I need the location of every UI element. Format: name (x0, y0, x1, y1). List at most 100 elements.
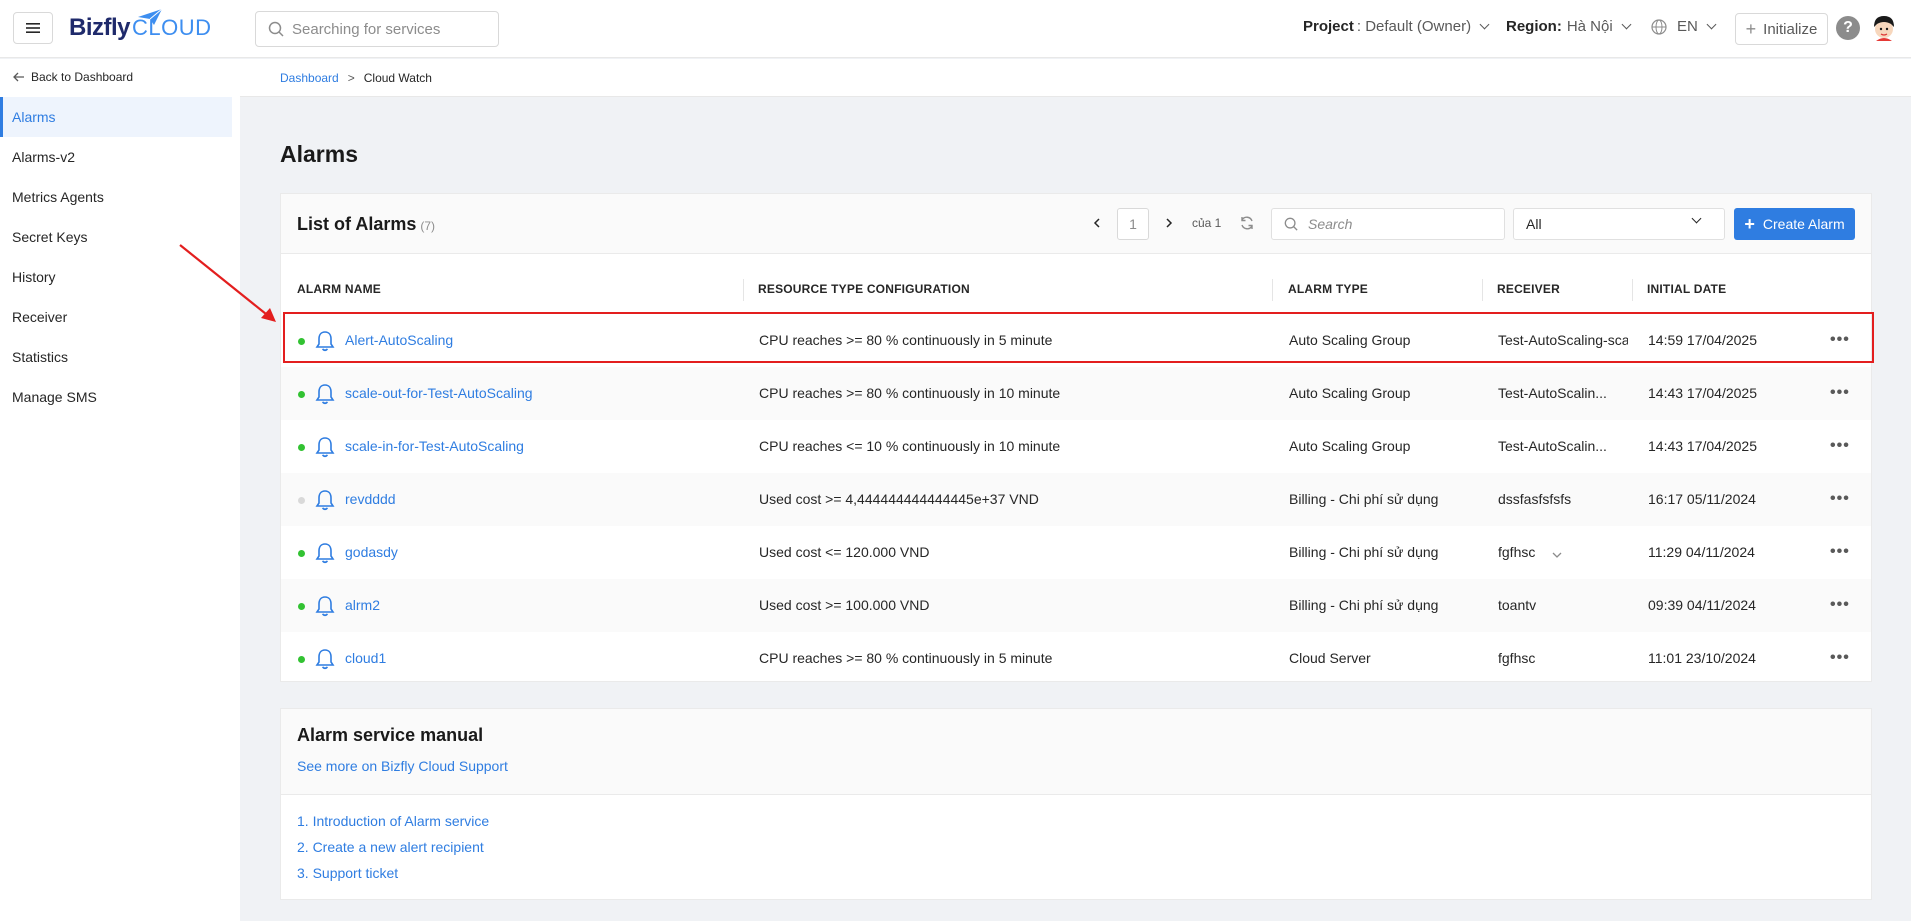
page-title: Alarms (280, 141, 358, 167)
resource-config-text: CPU reaches >= 80 % continuously in 5 mi… (759, 650, 1053, 666)
region-value: Hà Nội (1566, 18, 1613, 35)
resource-config-text: Used cost >= 4,444444444444445e+37 VND (759, 491, 1039, 507)
alarm-type-text: Auto Scaling Group (1289, 385, 1411, 401)
status-dot-disabled (298, 497, 305, 504)
sidebar-item-alarms[interactable]: Alarms (0, 97, 232, 137)
hamburger-icon (26, 23, 40, 33)
paper-plane-icon (138, 8, 163, 25)
avatar[interactable] (1871, 14, 1897, 42)
back-to-dashboard-link[interactable]: Back to Dashboard (13, 70, 133, 84)
bell-icon (315, 649, 335, 670)
language-selector[interactable]: EN (1651, 18, 1717, 35)
table-row[interactable]: scale-out-for-Test-AutoScaling CPU reach… (281, 367, 1871, 420)
chevron-down-icon[interactable] (1552, 546, 1562, 562)
status-dot-enabled (298, 391, 305, 398)
column-header-alarm-name: ALARM NAME (297, 282, 381, 296)
chevron-down-icon (1479, 19, 1490, 30)
more-actions-icon[interactable]: ••• (1830, 649, 1850, 667)
sidebar-item-alarms-v2[interactable]: Alarms-v2 (0, 137, 232, 177)
receiver-text: toantv (1498, 597, 1537, 613)
alarm-list-card: List of Alarms (7) 1 của 1 Search All + C… (280, 193, 1872, 682)
alarm-list-title-text: List of Alarms (297, 214, 417, 234)
bizfly-logo[interactable]: Bizfly CLOUD (69, 8, 212, 46)
alarm-name-link[interactable]: alrm2 (345, 597, 380, 613)
alarm-name-link[interactable]: cloud1 (345, 650, 386, 666)
table-row[interactable]: Alert-AutoScaling CPU reaches >= 80 % co… (281, 314, 1871, 367)
project-selector[interactable]: Project : Default (Owner) (1303, 18, 1490, 35)
search-placeholder: Searching for services (292, 20, 441, 38)
filter-value: All (1526, 216, 1542, 232)
initial-date-text: 11:01 23/10/2024 (1648, 650, 1756, 666)
table-row[interactable]: scale-in-for-Test-AutoScaling CPU reache… (281, 420, 1871, 473)
table-row[interactable]: revdddd Used cost >= 4,444444444444445e+… (281, 473, 1871, 526)
status-dot-enabled (298, 550, 305, 557)
column-divider (1482, 279, 1483, 301)
page-of-label: của 1 (1192, 216, 1222, 230)
menu-toggle-button[interactable] (13, 12, 53, 44)
column-header-receiver: RECEIVER (1497, 282, 1560, 296)
refresh-icon[interactable] (1239, 215, 1255, 231)
language-value: EN (1677, 18, 1698, 35)
receiver-text: Test-AutoScaling-sca (1498, 332, 1628, 348)
receiver-text: Test-AutoScalin... (1498, 385, 1607, 401)
help-icon[interactable]: ? (1836, 16, 1860, 40)
page-number-input[interactable]: 1 (1117, 208, 1149, 240)
alarm-list-header: List of Alarms (7) 1 của 1 Search All + C… (281, 194, 1871, 254)
region-selector[interactable]: Region: Hà Nội (1506, 18, 1632, 35)
alarm-filter-select[interactable]: All (1513, 208, 1725, 240)
alarm-name-link[interactable]: Alert-AutoScaling (345, 332, 453, 348)
more-actions-icon[interactable]: ••• (1830, 543, 1850, 561)
receiver-text: fgfhsc (1498, 650, 1536, 666)
alarm-service-manual: Alarm service manual See more on Bizfly … (280, 708, 1872, 900)
manual-header: Alarm service manual See more on Bizfly … (281, 709, 1871, 795)
more-actions-icon[interactable]: ••• (1830, 490, 1850, 508)
sidebar-item-metrics-agents[interactable]: Metrics Agents (0, 177, 232, 217)
bell-icon (315, 596, 335, 617)
receiver-text: Test-AutoScalin... (1498, 438, 1607, 454)
alarm-type-text: Cloud Server (1289, 650, 1371, 666)
more-actions-icon[interactable]: ••• (1830, 596, 1850, 614)
table-row[interactable]: alrm2 Used cost >= 100.000 VND Billing -… (281, 579, 1871, 632)
alarm-search-placeholder: Search (1308, 216, 1353, 232)
column-header-alarm-type: ALARM TYPE (1288, 282, 1368, 296)
manual-link-introduction[interactable]: 1. Introduction of Alarm service (297, 813, 489, 829)
breadcrumb-current: Cloud Watch (363, 70, 432, 85)
resource-config-text: CPU reaches <= 10 % continuously in 10 m… (759, 438, 1061, 454)
alarm-name-link[interactable]: scale-in-for-Test-AutoScaling (345, 438, 524, 454)
more-actions-icon[interactable]: ••• (1830, 384, 1850, 402)
globe-icon (1651, 18, 1667, 35)
manual-title: Alarm service manual (297, 725, 484, 745)
alarm-name-link[interactable]: scale-out-for-Test-AutoScaling (345, 385, 533, 401)
more-actions-icon[interactable]: ••• (1830, 331, 1850, 349)
initial-date-text: 16:17 05/11/2024 (1648, 491, 1756, 507)
next-page-button[interactable] (1163, 216, 1175, 230)
alarm-type-text: Billing - Chi phí sử dụng (1289, 491, 1439, 507)
sidebar-item-manage-sms[interactable]: Manage SMS (0, 377, 232, 417)
manual-link-support-ticket[interactable]: 3. Support ticket (297, 865, 398, 881)
create-alarm-label: Create Alarm (1762, 216, 1845, 232)
top-header: Bizfly CLOUD Searching for services Proj… (0, 0, 1911, 58)
breadcrumb: Dashboard > Cloud Watch (240, 59, 1911, 97)
manual-link-create-recipient[interactable]: 2. Create a new alert recipient (297, 839, 484, 855)
initial-date-text: 11:29 04/11/2024 (1648, 544, 1755, 560)
service-search-input[interactable]: Searching for services (255, 11, 499, 47)
bell-icon (315, 490, 335, 511)
initialize-button[interactable]: + Initialize (1735, 13, 1828, 45)
alarm-search-input[interactable]: Search (1271, 208, 1505, 240)
breadcrumb-dashboard-link[interactable]: Dashboard (280, 71, 339, 85)
support-link[interactable]: See more on Bizfly Cloud Support (297, 758, 508, 774)
sidebar-item-statistics[interactable]: Statistics (0, 337, 232, 377)
project-value: : Default (Owner) (1356, 18, 1472, 35)
prev-page-button[interactable] (1091, 216, 1103, 230)
status-dot-enabled (298, 603, 305, 610)
sidebar: Back to Dashboard Alarms Alarms-v2 Metri… (0, 59, 240, 921)
column-divider (1632, 279, 1633, 301)
search-icon (268, 21, 284, 37)
more-actions-icon[interactable]: ••• (1830, 437, 1850, 455)
create-alarm-button[interactable]: + Create Alarm (1734, 208, 1855, 240)
alarm-name-link[interactable]: revdddd (345, 491, 396, 507)
alarm-name-link[interactable]: godasdy (345, 544, 398, 560)
table-row[interactable]: godasdy Used cost <= 120.000 VND Billing… (281, 526, 1871, 579)
chevron-down-icon (1691, 213, 1702, 224)
table-row[interactable]: cloud1 CPU reaches >= 80 % continuously … (281, 632, 1871, 685)
